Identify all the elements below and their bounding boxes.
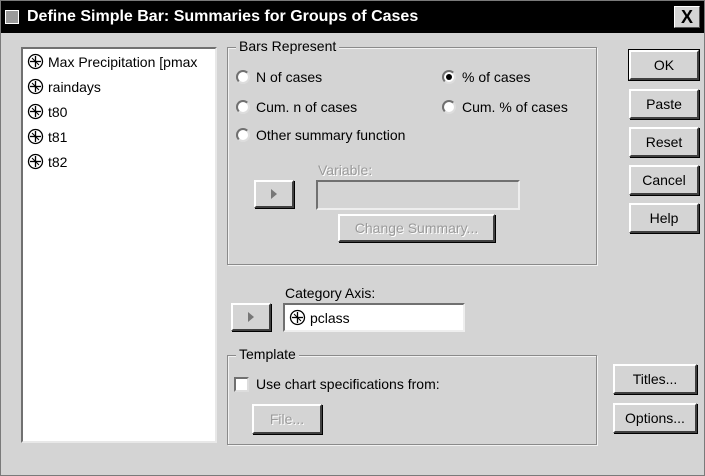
use-chart-specifications-checkbox[interactable]: Use chart specifications from: (234, 376, 440, 392)
define-simple-bar-dialog: Define Simple Bar: Summaries for Groups … (0, 0, 705, 476)
variable-field[interactable] (316, 180, 520, 210)
move-to-variable-button[interactable] (254, 180, 294, 208)
category-axis-field[interactable]: pclass (283, 303, 465, 332)
checkbox-label: Use chart specifications from: (256, 376, 440, 392)
radio-label: % of cases (462, 69, 531, 85)
right-arrow-icon (248, 312, 254, 322)
variable-label: t80 (48, 103, 68, 120)
category-axis-label: Category Axis: (285, 285, 376, 301)
scale-variable-icon (27, 78, 44, 95)
cancel-button[interactable]: Cancel (629, 165, 699, 195)
list-item[interactable]: t81 (23, 124, 215, 149)
change-summary-button[interactable]: Change Summary... (338, 214, 495, 242)
template-legend: Template (236, 346, 299, 362)
list-item[interactable]: t82 (23, 149, 215, 174)
variable-label: raindays (48, 78, 101, 95)
title-bar[interactable]: Define Simple Bar: Summaries for Groups … (1, 1, 704, 33)
radio-label: N of cases (256, 69, 323, 85)
bars-represent-legend: Bars Represent (236, 38, 340, 54)
list-item[interactable]: Max Precipitation [pmax (23, 49, 215, 74)
bars-represent-group: Bars Represent N of cases % of cases Cum… (227, 38, 597, 265)
help-button[interactable]: Help (629, 203, 699, 233)
scale-variable-icon (27, 103, 44, 120)
radio-pct-of-cases[interactable]: % of cases (442, 69, 530, 85)
radio-label: Cum. n of cases (256, 99, 358, 115)
radio-label: Cum. % of cases (462, 99, 568, 115)
scale-variable-icon (27, 53, 44, 70)
template-group: Template Use chart specifications from: … (227, 346, 597, 445)
radio-n-of-cases[interactable]: N of cases (236, 69, 322, 85)
right-arrow-icon (271, 189, 277, 199)
radio-other-summary-function[interactable]: Other summary function (236, 127, 405, 143)
move-to-category-axis-button[interactable] (231, 303, 271, 331)
radio-cum-pct-of-cases[interactable]: Cum. % of cases (442, 99, 568, 115)
file-button[interactable]: File... (252, 404, 322, 434)
app-icon (5, 10, 19, 24)
radio-dot-selected[interactable] (442, 70, 456, 84)
reset-button[interactable]: Reset (629, 127, 699, 157)
variable-label: t82 (48, 153, 68, 170)
scale-variable-icon (27, 153, 44, 170)
radio-dot[interactable] (442, 100, 456, 114)
ok-button[interactable]: OK (628, 49, 700, 81)
scale-variable-icon (27, 128, 44, 145)
radio-dot[interactable] (236, 70, 250, 84)
source-variable-list[interactable]: Max Precipitation [pmax raindays t80 t81… (21, 47, 217, 443)
list-item[interactable]: raindays (23, 74, 215, 99)
options-button[interactable]: Options... (613, 403, 697, 433)
radio-dot[interactable] (236, 100, 250, 114)
titles-button[interactable]: Titles... (613, 364, 697, 394)
variable-label: t81 (48, 128, 68, 145)
variable-label: Max Precipitation [pmax (48, 53, 198, 70)
window-title: Define Simple Bar: Summaries for Groups … (27, 8, 419, 25)
scale-variable-icon (289, 309, 306, 326)
radio-dot[interactable] (236, 128, 250, 142)
close-button[interactable]: X (674, 6, 700, 28)
category-axis-value: pclass (310, 309, 350, 326)
paste-button[interactable]: Paste (629, 89, 699, 119)
radio-cum-n-of-cases[interactable]: Cum. n of cases (236, 99, 357, 115)
radio-label: Other summary function (256, 127, 406, 143)
list-item[interactable]: t80 (23, 99, 215, 124)
variable-label: Variable: (318, 162, 373, 178)
checkbox-box[interactable] (234, 376, 249, 392)
